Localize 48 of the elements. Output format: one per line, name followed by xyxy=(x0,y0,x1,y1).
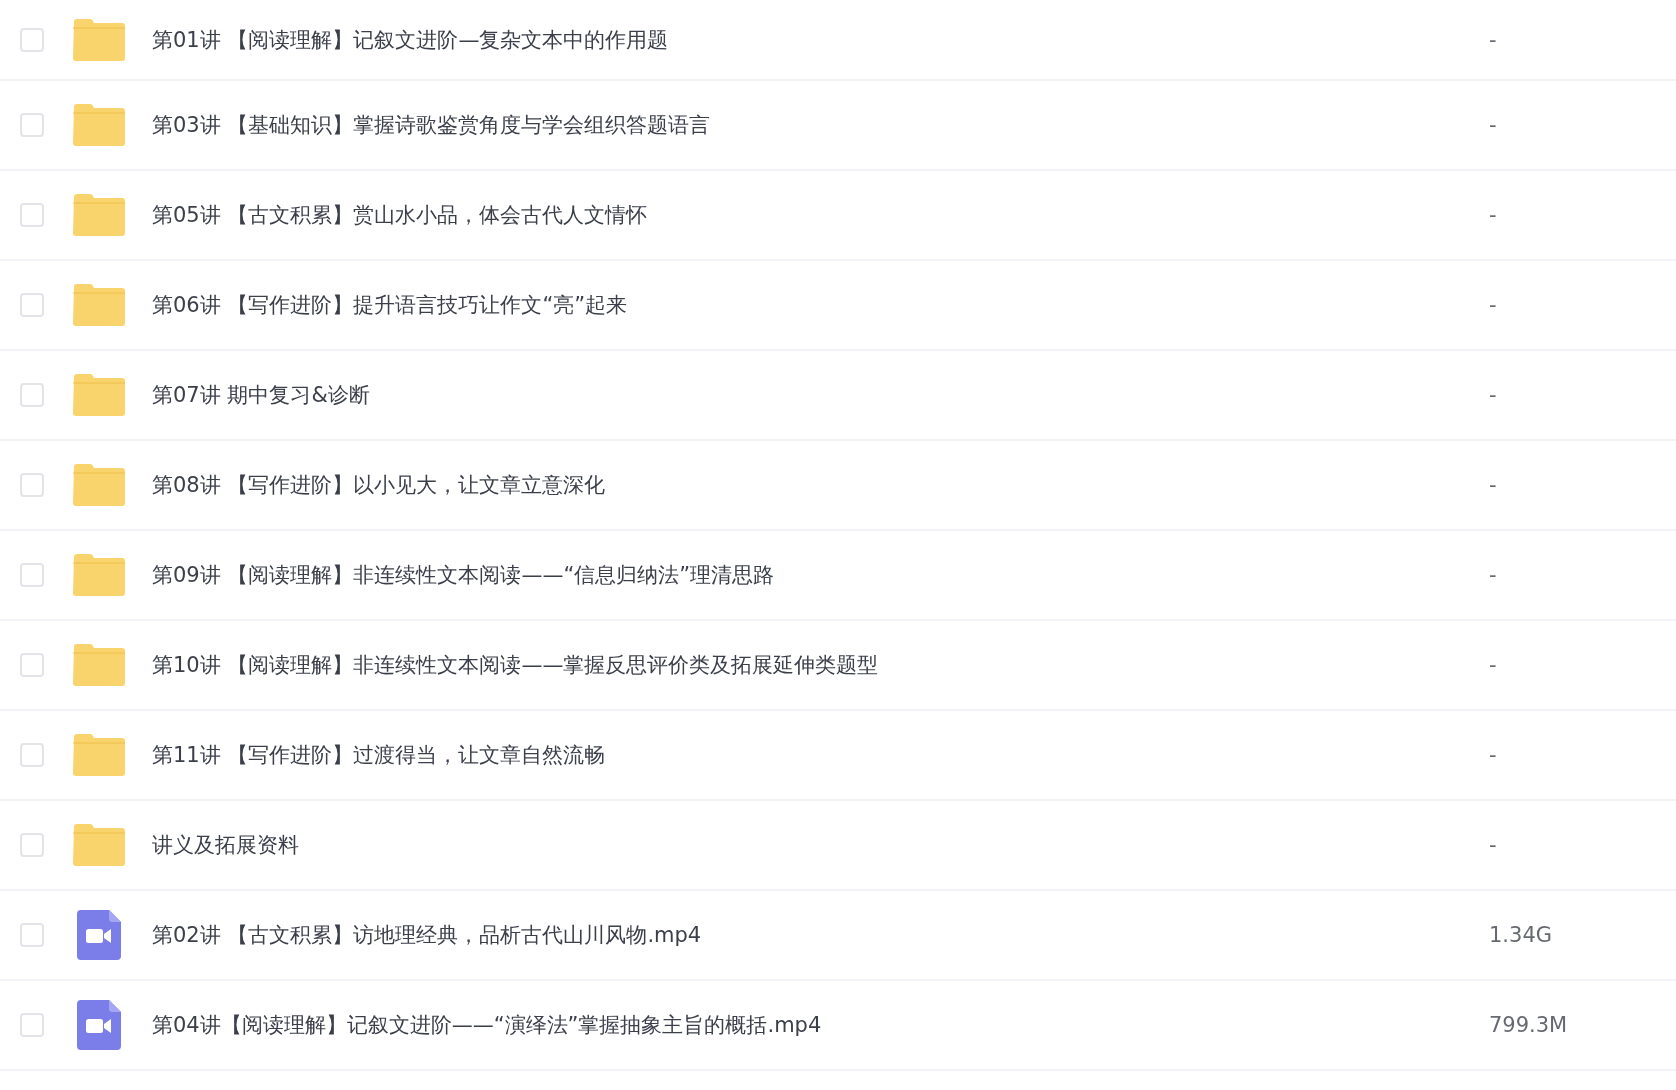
folder-icon xyxy=(72,103,126,147)
file-name[interactable]: 第02讲 【古文积累】访地理经典，品析古代山川风物.mp4 xyxy=(152,921,1489,949)
folder-icon xyxy=(72,17,126,62)
checkbox[interactable] xyxy=(20,203,44,227)
file-size: - xyxy=(1489,27,1498,52)
checkbox[interactable] xyxy=(20,383,44,407)
file-name[interactable]: 第11讲 【写作进阶】过渡得当，让文章自然流畅 xyxy=(152,741,1489,769)
folder-icon xyxy=(72,193,126,237)
video-file-icon xyxy=(77,910,121,960)
file-name[interactable]: 第01讲 【阅读理解】记叙文进阶—复杂文本中的作用题 xyxy=(152,25,1489,54)
checkbox[interactable] xyxy=(20,113,44,137)
file-size: 1.34G xyxy=(1489,923,1554,947)
file-name[interactable]: 第08讲 【写作进阶】以小见大，让文章立意深化 xyxy=(152,471,1489,499)
checkbox[interactable] xyxy=(20,563,44,587)
file-name[interactable]: 第03讲 【基础知识】掌握诗歌鉴赏角度与学会组织答题语言 xyxy=(152,111,1489,139)
folder-icon xyxy=(72,373,126,417)
file-name[interactable]: 第04讲【阅读理解】记叙文进阶——“演绎法”掌握抽象主旨的概括.mp4 xyxy=(152,1011,1489,1039)
file-size: 799.3M xyxy=(1489,1013,1569,1037)
folder-icon xyxy=(72,643,126,687)
video-file-icon xyxy=(77,1000,121,1050)
file-name[interactable]: 讲义及拓展资料 xyxy=(152,831,1489,859)
checkbox[interactable] xyxy=(20,833,44,857)
checkbox[interactable] xyxy=(20,27,44,52)
folder-icon xyxy=(72,823,126,867)
file-name[interactable]: 第07讲 期中复习&诊断 xyxy=(152,381,1489,409)
file-size: - xyxy=(1489,293,1498,317)
checkbox[interactable] xyxy=(20,293,44,317)
checkbox[interactable] xyxy=(20,743,44,767)
file-name[interactable]: 第09讲 【阅读理解】非连续性文本阅读——“信息归纳法”理清思路 xyxy=(152,561,1489,589)
folder-icon xyxy=(72,553,126,597)
checkbox[interactable] xyxy=(20,923,44,947)
folder-icon xyxy=(72,733,126,777)
checkbox[interactable] xyxy=(20,1013,44,1037)
folder-icon xyxy=(72,463,126,507)
file-name[interactable]: 第06讲 【写作进阶】提升语言技巧让作文“亮”起来 xyxy=(152,291,1489,319)
file-size: - xyxy=(1489,563,1498,587)
file-size: - xyxy=(1489,653,1498,677)
file-name[interactable]: 第10讲 【阅读理解】非连续性文本阅读——掌握反思评价类及拓展延伸类题型 xyxy=(152,651,1489,679)
file-size: - xyxy=(1489,203,1498,227)
file-size: - xyxy=(1489,383,1498,407)
file-size: - xyxy=(1489,473,1498,497)
file-name[interactable]: 第05讲 【古文积累】赏山水小品，体会古代人文情怀 xyxy=(152,201,1489,229)
checkbox[interactable] xyxy=(20,473,44,497)
folder-icon xyxy=(72,283,126,327)
file-size: - xyxy=(1489,743,1498,767)
file-size: - xyxy=(1489,113,1498,137)
checkbox[interactable] xyxy=(20,653,44,677)
file-size: - xyxy=(1489,833,1498,857)
